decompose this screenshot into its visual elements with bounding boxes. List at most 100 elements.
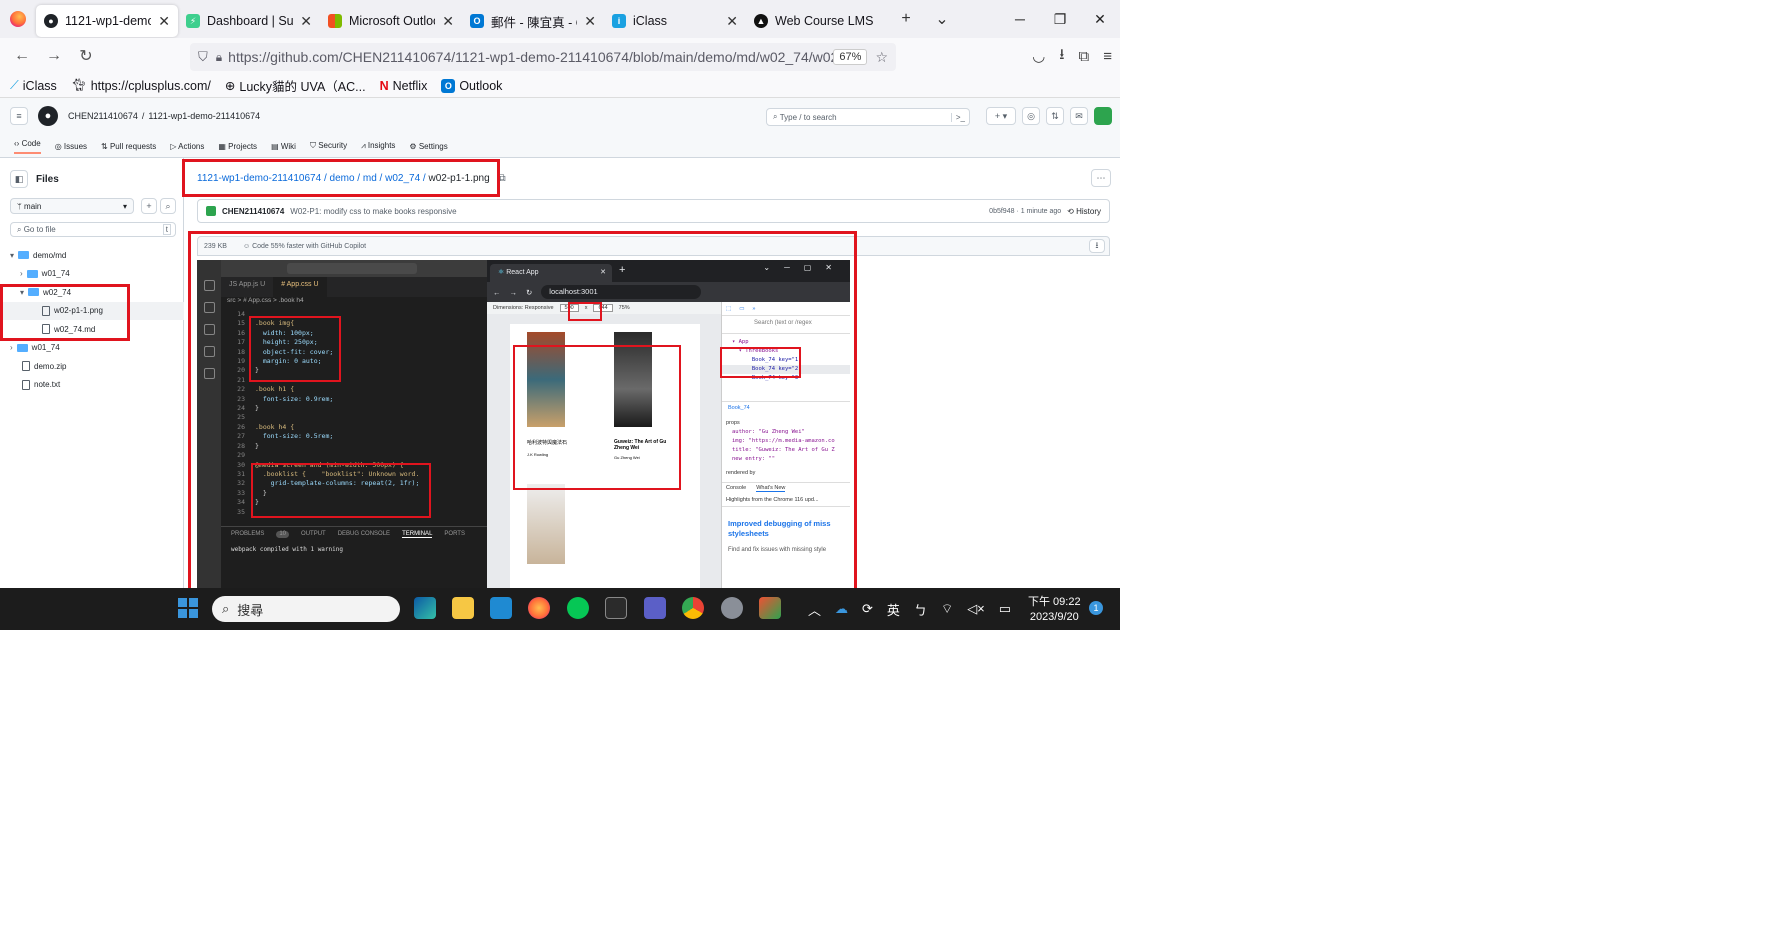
collapse-sidebar-icon[interactable]: ◧ bbox=[10, 170, 28, 188]
input-method-icon[interactable]: ㄅ bbox=[914, 600, 927, 619]
tree-file[interactable]: demo.zip bbox=[0, 357, 184, 376]
search-icon bbox=[203, 302, 215, 313]
bookmark-outlook[interactable]: O Outlook bbox=[441, 78, 502, 93]
close-icon[interactable]: ✕ bbox=[442, 13, 454, 30]
add-file-icon[interactable]: + bbox=[141, 198, 157, 214]
chrome-icon[interactable] bbox=[682, 597, 704, 619]
tab-mail[interactable]: O 郵件 - 陳宜真 - Outl✕ bbox=[462, 5, 604, 37]
file-explorer-icon[interactable] bbox=[452, 597, 474, 619]
github-logo-icon[interactable]: ● bbox=[38, 106, 58, 126]
onedrive-icon[interactable]: ☁ bbox=[835, 601, 848, 617]
close-icon[interactable]: ✕ bbox=[300, 13, 312, 30]
notification-badge[interactable]: 1 bbox=[1089, 601, 1103, 615]
tab-projects[interactable]: ▦ Projects bbox=[218, 142, 257, 151]
close-icon[interactable]: ✕ bbox=[726, 13, 738, 30]
tree-folder[interactable]: › w01_74 bbox=[0, 339, 184, 358]
menu-icon[interactable]: ≡ bbox=[1103, 48, 1112, 65]
tab-github[interactable]: ● 1121-wp1-demo-2✕ bbox=[36, 5, 178, 37]
tab-issues[interactable]: ◎ Issues bbox=[55, 142, 87, 151]
tab-iclass[interactable]: i iClass ✕ bbox=[604, 5, 746, 37]
tree-folder[interactable]: ▾ demo/md bbox=[0, 246, 184, 265]
windows-start-icon[interactable] bbox=[178, 598, 198, 618]
minimize-icon[interactable]: ─ bbox=[1000, 0, 1040, 38]
pull-requests-icon[interactable]: ⇅ bbox=[1046, 107, 1064, 125]
close-icon[interactable]: ✕ bbox=[584, 13, 596, 30]
tab-code[interactable]: ‹› Code bbox=[14, 139, 41, 154]
prop-entry: img: "https://m.media-amazon.co bbox=[732, 438, 835, 444]
tree-folder[interactable]: › w01_74 bbox=[0, 265, 184, 284]
firefox-menu[interactable] bbox=[0, 0, 36, 38]
download-icon[interactable]: ⭳ bbox=[1059, 44, 1064, 69]
tab-security[interactable]: ⛉ Security bbox=[310, 141, 347, 151]
taskbar-search[interactable]: ⌕ 搜尋 bbox=[212, 596, 400, 622]
tab-outlook[interactable]: Microsoft Outlook✕ bbox=[320, 5, 462, 37]
bookmark-uva[interactable]: ⊕ Lucky貓的 UVA（AC... bbox=[225, 76, 366, 95]
extensions-icon bbox=[203, 368, 215, 379]
tab-actions[interactable]: ▷ Actions bbox=[170, 142, 204, 151]
firefox-icon[interactable] bbox=[528, 597, 550, 619]
tab-wiki[interactable]: ▤ Wiki bbox=[271, 142, 296, 151]
volume-mute-icon[interactable]: ◁× bbox=[967, 601, 985, 617]
outlook-icon: O bbox=[470, 14, 484, 28]
bookmark-cplusplus[interactable]: 🐈︎ https://cplusplus.com/ bbox=[71, 78, 211, 93]
teams-icon[interactable] bbox=[644, 597, 666, 619]
react-devtools: ⬚ ▭» Search (text or /regex ▾ App ▾ Three… bbox=[721, 302, 850, 588]
wifi-icon[interactable]: ⌔ bbox=[941, 601, 953, 617]
close-icon[interactable]: ✕ bbox=[158, 13, 170, 30]
ime-indicator[interactable]: 英 bbox=[887, 600, 900, 619]
search-icon[interactable]: ⌕ bbox=[160, 198, 176, 214]
more-options-icon[interactable]: ⋯ bbox=[1091, 169, 1111, 187]
copy-path-icon[interactable]: ⧉ bbox=[498, 173, 505, 184]
tree-file[interactable]: w02_74.md bbox=[0, 320, 184, 339]
bookmark-star-icon[interactable]: ☆ bbox=[875, 49, 888, 66]
prop-entry: new entry: "" bbox=[732, 456, 776, 462]
chevron-up-icon[interactable]: ︿ bbox=[808, 600, 821, 619]
issues-icon[interactable]: ◎ bbox=[1022, 107, 1040, 125]
battery-icon[interactable]: ▭ bbox=[999, 601, 1011, 617]
go-to-file-input[interactable]: ⌕ Go to file t bbox=[10, 222, 176, 237]
avatar[interactable] bbox=[1094, 107, 1112, 125]
tab-lms[interactable]: ▲ Web Course LMS bbox=[746, 5, 888, 37]
terminal-icon[interactable] bbox=[605, 597, 627, 619]
settings-gear-icon[interactable] bbox=[721, 597, 743, 619]
clock[interactable]: 下午 09:22 2023/9/20 bbox=[1028, 595, 1081, 625]
github-search-input[interactable]: ⌕ Type / to search >_ bbox=[766, 108, 970, 126]
branch-selector[interactable]: ᛘ main ▾ bbox=[10, 198, 134, 214]
command-palette-icon[interactable]: >_ bbox=[950, 112, 965, 122]
tab-supabase[interactable]: ⚡ Dashboard | Supab✕ bbox=[178, 5, 320, 37]
inbox-icon[interactable]: ✉ bbox=[1070, 107, 1088, 125]
hamburger-icon[interactable]: ≡ bbox=[10, 107, 28, 125]
tree-folder[interactable]: ▾ w02_74 bbox=[0, 283, 184, 302]
reload-icon[interactable]: ↻ bbox=[70, 46, 102, 66]
restore-icon[interactable]: ❐ bbox=[1040, 0, 1080, 38]
copilot-promo[interactable]: ☺ Code 55% faster with GitHub Copilot bbox=[243, 243, 366, 250]
create-new-button[interactable]: + ▾ bbox=[986, 107, 1016, 125]
history-button[interactable]: ⟲ History bbox=[1067, 207, 1101, 216]
vscode-icon[interactable] bbox=[490, 597, 512, 619]
forward-icon[interactable]: → bbox=[38, 47, 70, 65]
tree-file[interactable]: note.txt bbox=[0, 376, 184, 395]
globe-icon: ⊕ bbox=[224, 79, 236, 93]
git-icon[interactable] bbox=[759, 597, 781, 619]
line-icon[interactable] bbox=[567, 597, 589, 619]
new-tab-button[interactable]: + bbox=[888, 10, 924, 28]
tab-list-chevron-icon[interactable]: ⌄ bbox=[924, 9, 960, 29]
bookmark-iclass[interactable]: ⟋ iClass bbox=[10, 78, 57, 93]
url-bar[interactable]: ⛉ 🔒︎ https://github.com/CHEN211410674/11… bbox=[190, 43, 896, 71]
tab-pull-requests[interactable]: ⇅ Pull requests bbox=[101, 142, 156, 151]
edge-icon[interactable] bbox=[414, 597, 436, 619]
pocket-icon[interactable]: ◡ bbox=[1032, 47, 1045, 65]
bookmark-netflix[interactable]: N Netflix bbox=[380, 79, 428, 93]
window-close-icon[interactable]: ✕ bbox=[1080, 0, 1120, 38]
tree-file[interactable]: w02-p1-1.png bbox=[0, 301, 184, 320]
breadcrumb-owner[interactable]: CHEN211410674 bbox=[68, 111, 138, 121]
download-icon[interactable]: ⭳ bbox=[1089, 239, 1105, 253]
sync-icon[interactable]: ⟳ bbox=[862, 601, 873, 617]
tab-insights[interactable]: ⩘ Insights bbox=[361, 141, 395, 151]
extensions-icon[interactable]: ⧉ bbox=[1079, 48, 1090, 65]
folder-icon bbox=[16, 343, 28, 352]
zoom-level[interactable]: 67% bbox=[833, 49, 868, 65]
back-icon[interactable]: ← bbox=[6, 47, 38, 65]
breadcrumb-repo[interactable]: 1121-wp1-demo-211410674 bbox=[148, 111, 260, 121]
tab-settings[interactable]: ⚙ Settings bbox=[409, 142, 447, 151]
